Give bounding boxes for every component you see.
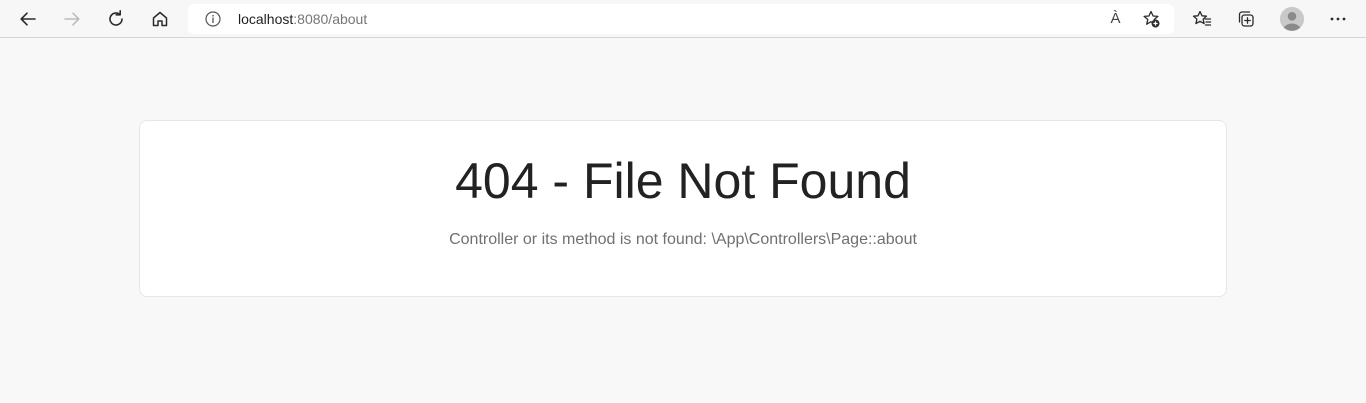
refresh-icon <box>109 10 123 26</box>
browser-toolbar: localhost:8080/about À <box>0 0 1366 38</box>
collections-icon <box>1238 11 1254 27</box>
info-icon[interactable] <box>205 11 221 27</box>
home-button[interactable] <box>145 4 175 34</box>
back-arrow-icon <box>20 12 36 26</box>
refresh-button[interactable] <box>101 4 131 34</box>
error-message: Controller or its method is not found: \… <box>449 231 917 248</box>
back-button[interactable] <box>13 4 43 34</box>
more-menu-button[interactable] <box>1323 4 1353 34</box>
more-menu-icon <box>1330 17 1346 21</box>
add-favorite-button[interactable] <box>1140 8 1162 30</box>
profile-avatar-icon <box>1280 7 1304 31</box>
home-icon <box>152 11 168 27</box>
forward-button[interactable] <box>57 4 87 34</box>
collections-button[interactable] <box>1231 4 1261 34</box>
favorites-icon <box>1192 10 1212 26</box>
add-favorite-icon <box>1143 10 1160 28</box>
error-card: 404 - File Not Found Controller or its m… <box>139 120 1227 297</box>
url-host: localhost <box>238 11 294 27</box>
profile-button[interactable] <box>1280 7 1304 31</box>
read-aloud-button[interactable]: À <box>1104 8 1126 30</box>
forward-arrow-icon <box>64 12 80 26</box>
address-bar[interactable]: localhost:8080/about À <box>188 4 1174 34</box>
url-path: :8080/about <box>293 11 368 27</box>
error-title: 404 - File Not Found <box>455 153 911 209</box>
favorites-button[interactable] <box>1187 4 1217 34</box>
read-aloud-icon: À <box>1110 10 1120 27</box>
url-text[interactable]: localhost:8080/about <box>238 11 367 27</box>
